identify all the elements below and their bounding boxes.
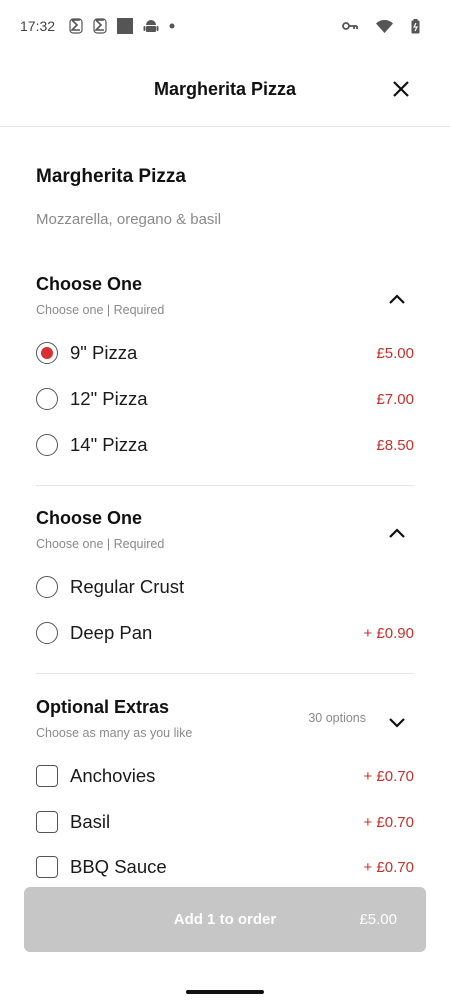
- square-icon: [117, 18, 134, 34]
- option-price: + £0.70: [363, 767, 414, 785]
- option-label: Anchovies: [70, 765, 156, 786]
- divider: [36, 673, 414, 674]
- battery-icon: [411, 18, 420, 34]
- option-price: + £0.90: [363, 624, 414, 642]
- collapse-section-button[interactable]: [386, 288, 408, 310]
- section-subtitle: Choose one | Required: [36, 303, 165, 317]
- s-notification-icon: [93, 18, 107, 34]
- close-button[interactable]: [388, 76, 414, 102]
- option-price: + £0.70: [363, 858, 414, 876]
- chevron-up-icon: [389, 528, 405, 538]
- section-subtitle: Choose one | Required: [36, 537, 165, 551]
- chevron-down-icon: [389, 718, 405, 728]
- section-crust: Choose One Choose one | Required: [36, 508, 414, 551]
- gesture-nav-handle[interactable]: [186, 990, 264, 994]
- option-deep-pan[interactable]: Deep Pan + £0.90: [36, 618, 414, 648]
- options-count: 30 options: [308, 711, 366, 725]
- option-regular-crust[interactable]: Regular Crust: [36, 572, 414, 602]
- option-label: 9" Pizza: [70, 342, 138, 363]
- item-title: Margherita Pizza: [36, 166, 186, 187]
- option-price: £5.00: [376, 344, 414, 362]
- section-optional-extras: Optional Extras Choose as many as you li…: [36, 697, 414, 740]
- add-to-order-button[interactable]: Add 1 to order £5.00: [24, 887, 426, 952]
- option-14-pizza[interactable]: 14" Pizza £8.50: [36, 430, 414, 460]
- item-description: Mozzarella, oregano & basil: [36, 211, 222, 228]
- vpn-key-icon: [342, 21, 358, 31]
- close-icon: [393, 81, 409, 97]
- option-label: Regular Crust: [70, 576, 185, 597]
- section-subtitle: Choose as many as you like: [36, 726, 193, 740]
- checkbox[interactable]: [36, 811, 58, 833]
- option-price: £7.00: [376, 390, 414, 408]
- section-size: Choose One Choose one | Required: [36, 274, 414, 317]
- radio-button[interactable]: [36, 576, 58, 598]
- checkbox[interactable]: [36, 856, 58, 878]
- option-12-pizza[interactable]: 12" Pizza £7.00: [36, 384, 414, 414]
- expand-section-button[interactable]: [386, 711, 408, 733]
- option-9-pizza[interactable]: 9" Pizza £5.00: [36, 338, 414, 368]
- option-price: £8.50: [376, 436, 414, 454]
- status-bar: 17:32: [0, 0, 450, 52]
- option-price: + £0.70: [363, 813, 414, 831]
- radio-button[interactable]: [36, 342, 58, 364]
- checkbox[interactable]: [36, 765, 58, 787]
- option-label: Deep Pan: [70, 622, 153, 643]
- chevron-up-icon: [389, 294, 405, 304]
- android-icon: [143, 18, 159, 34]
- option-bbq-sauce[interactable]: BBQ Sauce + £0.70: [36, 852, 414, 882]
- radio-button[interactable]: [36, 622, 58, 644]
- radio-button[interactable]: [36, 434, 58, 456]
- section-title: Choose One: [36, 508, 143, 528]
- option-label: 12" Pizza: [70, 388, 148, 409]
- header: Margherita Pizza: [0, 52, 450, 127]
- radio-button[interactable]: [36, 388, 58, 410]
- status-time: 17:32: [20, 18, 56, 34]
- s-notification-icon: [69, 18, 83, 34]
- dot-icon: [169, 23, 175, 29]
- option-label: Basil: [70, 811, 111, 832]
- option-anchovies[interactable]: Anchovies + £0.70: [36, 761, 414, 791]
- divider: [36, 485, 414, 486]
- order-total: £5.00: [359, 911, 397, 928]
- option-label: 14" Pizza: [70, 434, 148, 455]
- option-basil[interactable]: Basil + £0.70: [36, 807, 414, 837]
- page-title: Margherita Pizza: [153, 78, 297, 99]
- wifi-icon: [376, 19, 393, 33]
- collapse-section-button[interactable]: [386, 522, 408, 544]
- option-label: BBQ Sauce: [70, 856, 167, 877]
- section-title: Choose One: [36, 274, 143, 294]
